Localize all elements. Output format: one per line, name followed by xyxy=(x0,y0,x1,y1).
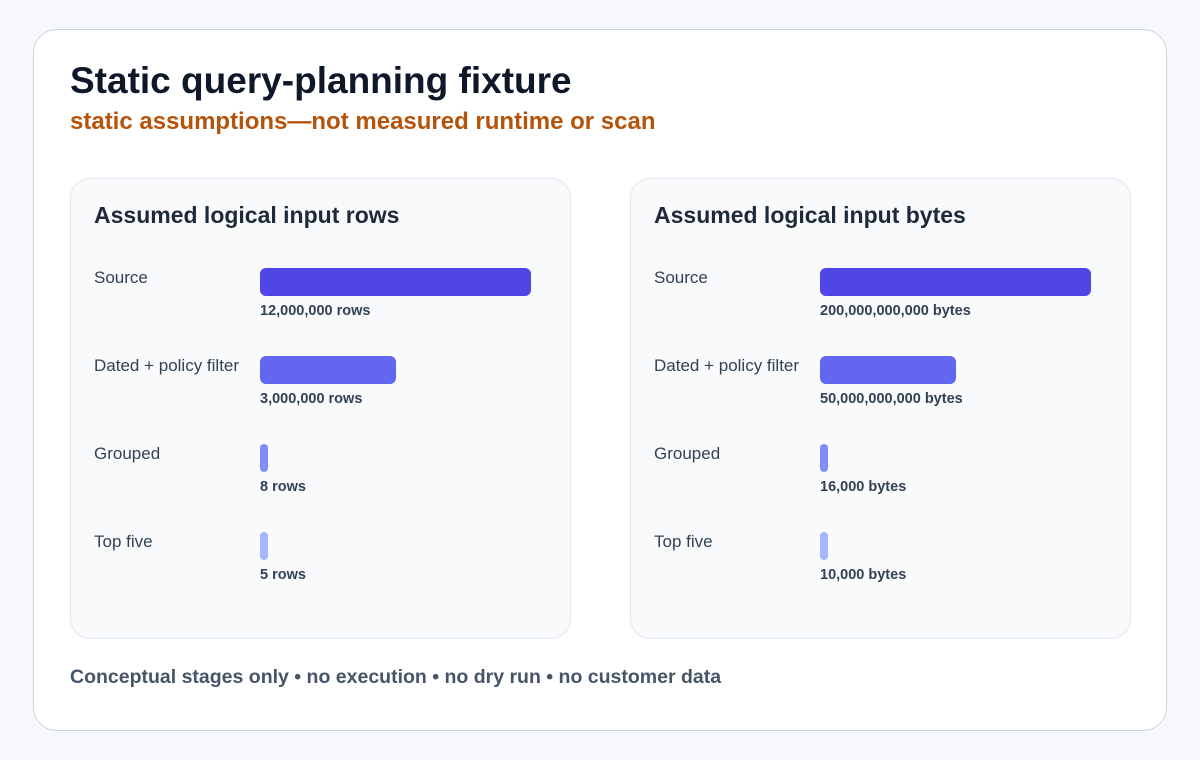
rows-value-label-top-five: 5 rows xyxy=(260,567,306,583)
rows-chart-title: Assumed logical input rows xyxy=(94,202,400,228)
bytes-stage-label-top-five: Top five xyxy=(654,532,713,551)
bytes-value-label-source: 200,000,000,000 bytes xyxy=(820,303,971,319)
rows-stage-label-dated-policy-filter: Dated + policy filter xyxy=(94,356,240,375)
bytes-bar-top-five xyxy=(820,532,828,560)
rows-bar-dated-policy-filter xyxy=(260,356,396,384)
bytes-bar-grouped xyxy=(820,444,828,472)
bytes-stage-label-grouped: Grouped xyxy=(654,444,721,463)
rows-bar-source xyxy=(260,268,531,296)
rows-stage-label-grouped: Grouped xyxy=(94,444,161,463)
rows-stage-label-top-five: Top five xyxy=(94,532,153,551)
page-subtitle: static assumptions—not measured runtime … xyxy=(70,108,656,135)
bytes-value-label-grouped: 16,000 bytes xyxy=(820,479,907,495)
rows-value-label-source: 12,000,000 rows xyxy=(260,303,371,319)
bytes-value-label-dated-policy-filter: 50,000,000,000 bytes xyxy=(820,391,963,407)
rows-bar-grouped xyxy=(260,444,268,472)
bytes-value-label-top-five: 10,000 bytes xyxy=(820,567,907,583)
bytes-chart-title: Assumed logical input bytes xyxy=(654,202,966,228)
rows-chart-panel: Assumed logical input rows Source 12,000,… xyxy=(70,178,571,639)
rows-value-label-grouped: 8 rows xyxy=(260,479,306,495)
rows-stage-label-source: Source xyxy=(94,268,148,287)
rows-bar-top-five xyxy=(260,532,268,560)
bytes-bar-source xyxy=(820,268,1091,296)
footnote: Conceptual stages only • no execution • … xyxy=(70,666,722,688)
rows-value-label-dated-policy-filter: 3,000,000 rows xyxy=(260,391,363,407)
bytes-chart-panel: Assumed logical input bytes Source 200,00… xyxy=(630,178,1131,639)
page-title: Static query-planning fixture xyxy=(70,60,572,101)
bytes-stage-label-dated-policy-filter: Dated + policy filter xyxy=(654,356,800,375)
bytes-bar-dated-policy-filter xyxy=(820,356,956,384)
bytes-stage-label-source: Source xyxy=(654,268,708,287)
